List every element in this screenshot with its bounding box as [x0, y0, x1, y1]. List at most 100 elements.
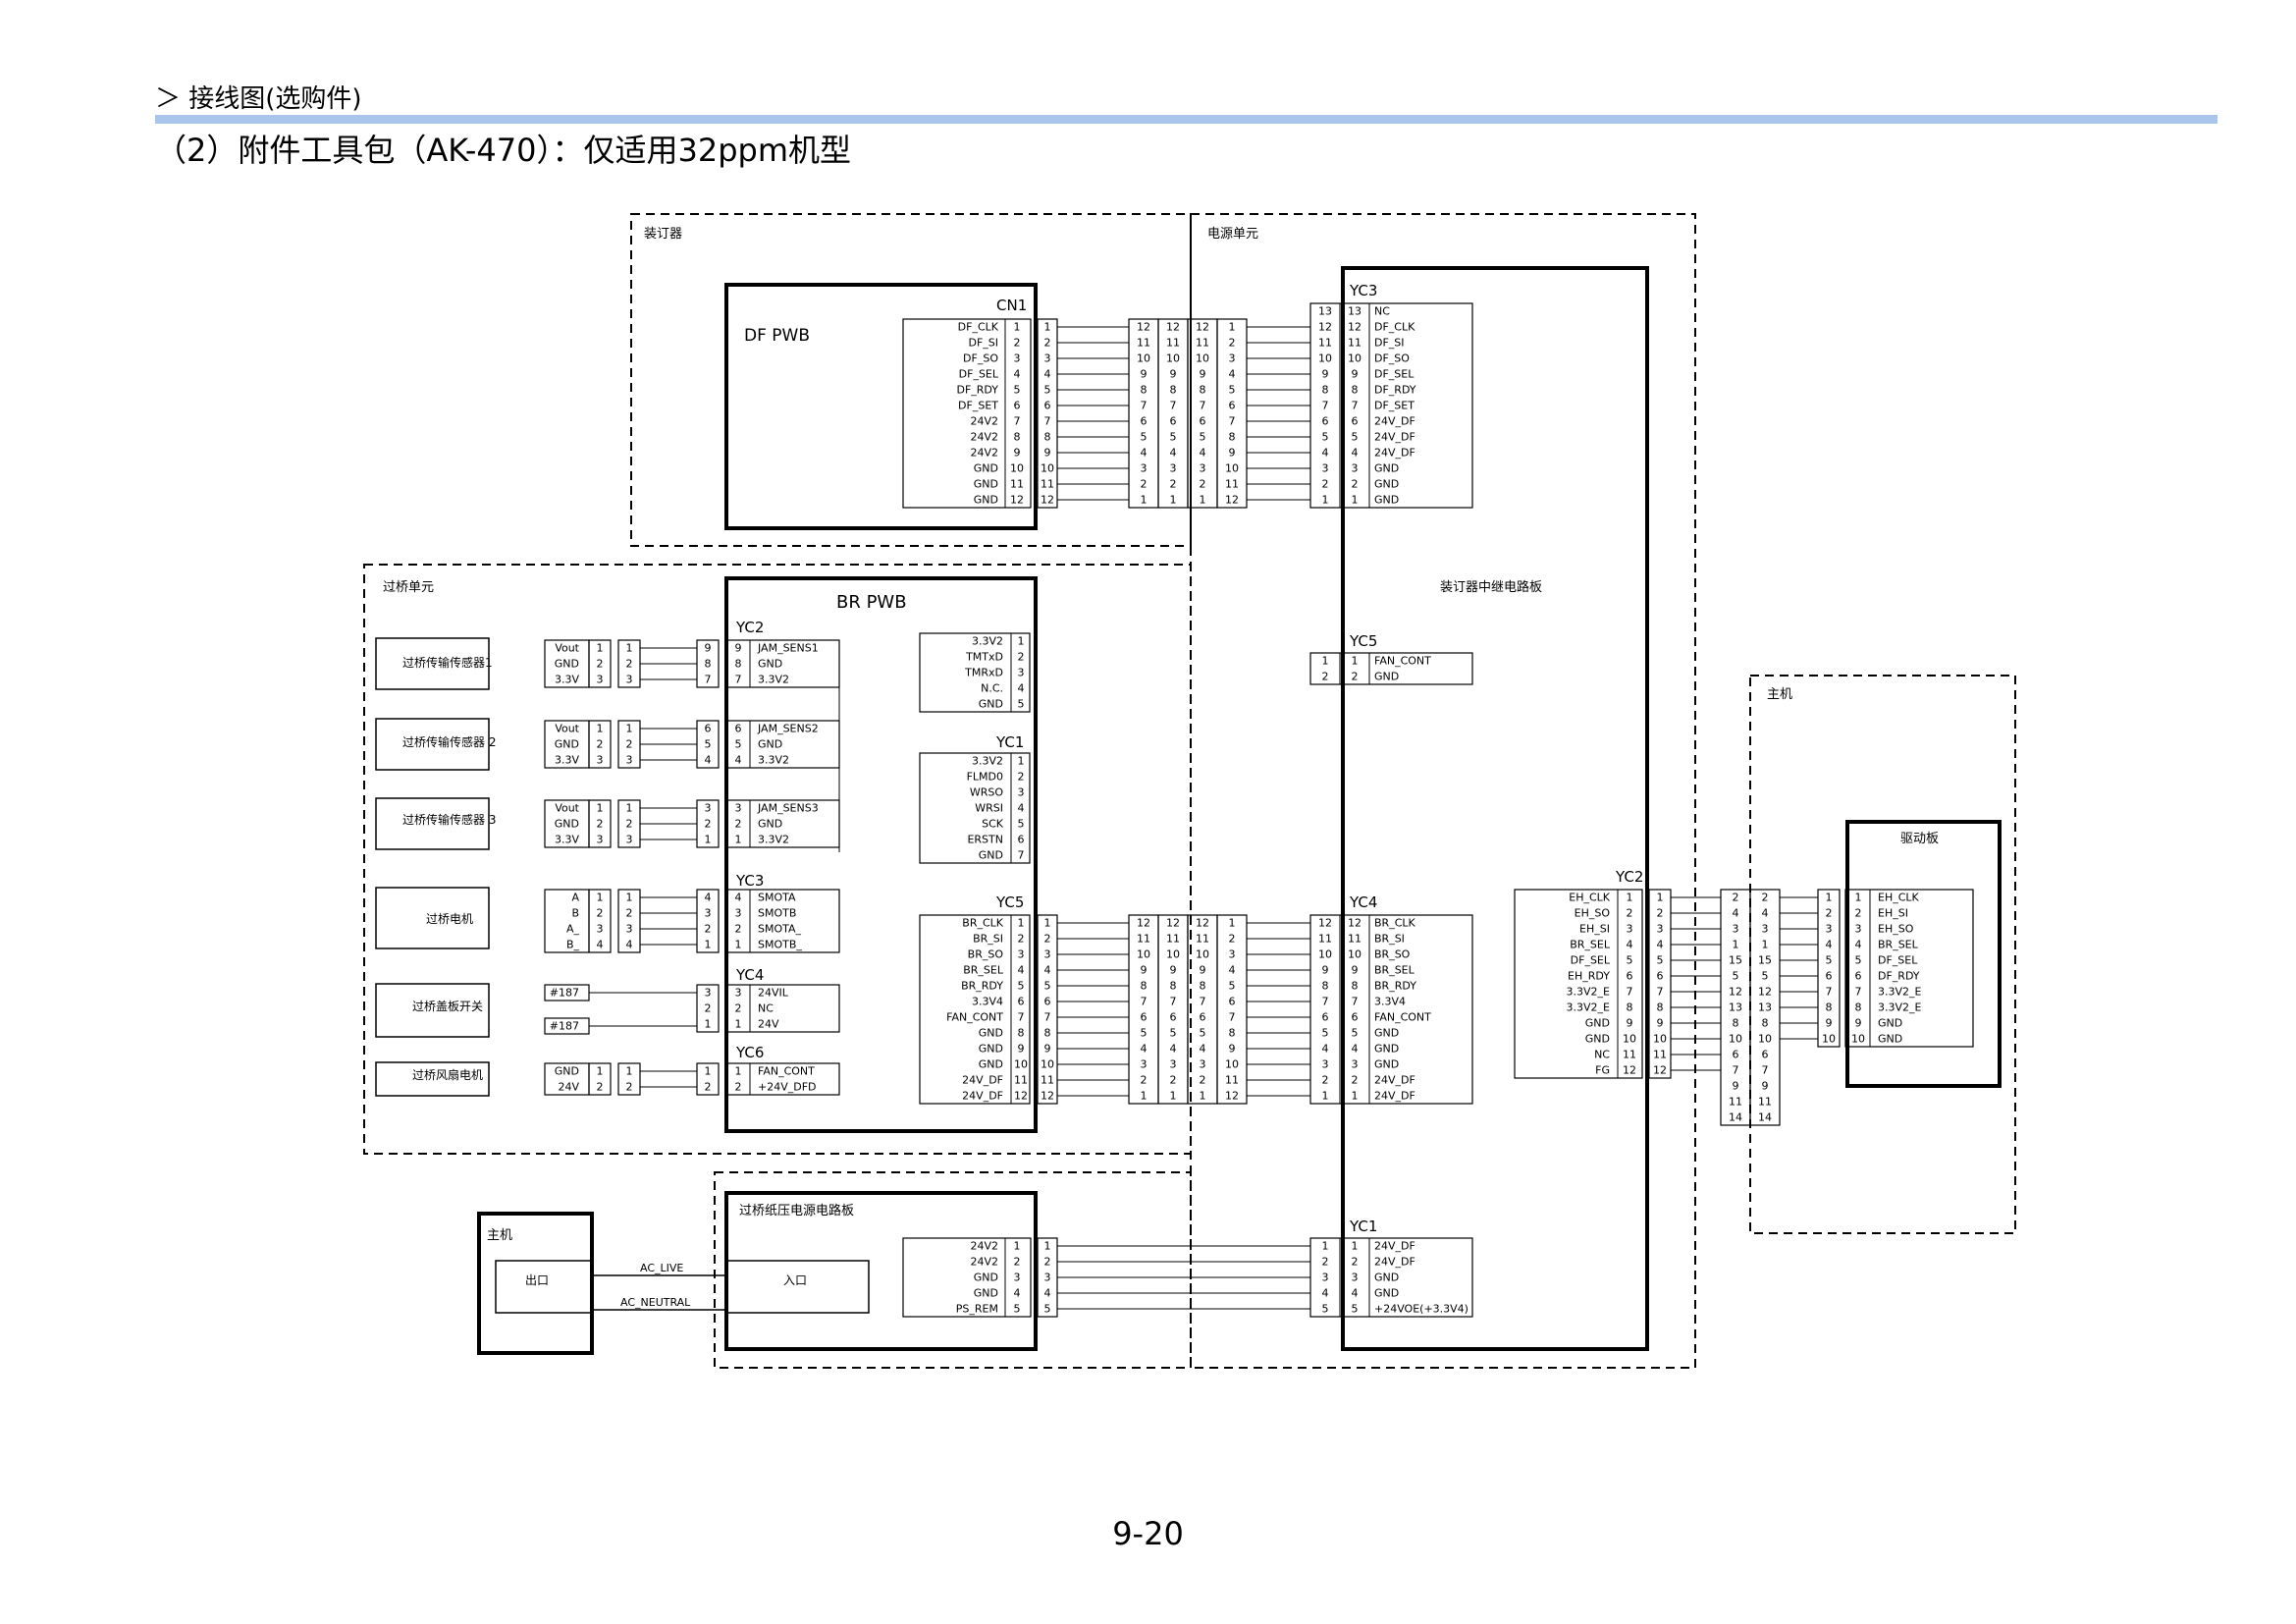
- relay-pin: 1: [1229, 321, 1236, 334]
- relay-yc3-signal: 24V_DF: [1374, 431, 1415, 444]
- relay-yc1-signal: +24VOE(+3.3V4): [1374, 1303, 1468, 1316]
- harness-pin: 15: [1758, 954, 1772, 967]
- relay-pin: 8: [1170, 384, 1177, 397]
- relay-yc4-pin: 8: [1352, 980, 1359, 993]
- yc3-signal: SMOTA_: [758, 923, 802, 936]
- sensor-signal: 3.3V: [555, 674, 579, 686]
- relay-pin: 1: [1141, 1090, 1148, 1103]
- relay-yc1-pin: 1: [1352, 1240, 1359, 1253]
- psu-signal: GND: [974, 1272, 998, 1284]
- relay-pin: 1: [1200, 1090, 1206, 1103]
- relay-yc4-signal: BR_CLK: [1374, 917, 1415, 930]
- yc4-signal: 24V: [758, 1018, 779, 1031]
- relay-pin: 12: [1196, 321, 1209, 334]
- fan-motor-label: 过桥风扇电机: [412, 1067, 483, 1082]
- cn1-signal: GND: [974, 478, 998, 491]
- drive-signal: EH_SI: [1878, 907, 1908, 920]
- relay-yc3-pin: 12: [1348, 321, 1362, 334]
- sensor-pin: 2: [597, 658, 604, 671]
- relay-pin: 12: [1225, 1090, 1239, 1103]
- yc2-pin: 5: [705, 738, 712, 751]
- power-unit-label: 电源单元: [1207, 227, 1258, 242]
- drive-mate-pin: 6: [1826, 970, 1833, 983]
- relay-yc4-signal: BR_SEL: [1374, 964, 1415, 977]
- relay-yc1-pin: 4: [1322, 1287, 1329, 1300]
- relay-yc4-pin: 6: [1352, 1011, 1359, 1024]
- relay-pin: 10: [1196, 352, 1209, 365]
- relay-yc4-pin: 10: [1348, 948, 1362, 961]
- relay-pin: 1: [1229, 917, 1236, 930]
- relay-yc2-signal: NC: [1594, 1049, 1610, 1061]
- sensor-pin: 1: [597, 723, 604, 735]
- cn1-pin: 6: [1014, 400, 1021, 412]
- relay-pin: 4: [1200, 1043, 1206, 1056]
- yc5-mate-pin: 4: [1044, 964, 1051, 977]
- relay-yc2-mate-pin: 12: [1653, 1064, 1667, 1077]
- stapler-unit-boundary: [630, 213, 1192, 547]
- debug-pin: 5: [1018, 698, 1025, 711]
- debug-pin: 4: [1018, 682, 1025, 695]
- cn1-pin: 5: [1014, 384, 1021, 397]
- yc1-signal: WRSO: [970, 786, 1004, 799]
- harness-pin: 10: [1729, 1033, 1742, 1046]
- yc2-pin: 6: [705, 723, 712, 735]
- cn1-mate-pin: 12: [1041, 494, 1054, 507]
- relay-pin: 3: [1141, 462, 1148, 475]
- yc2-signal: GND: [758, 738, 782, 751]
- drive-table: [1844, 889, 1974, 1048]
- yc1-pin: 7: [1018, 849, 1025, 862]
- cn1-signal: DF_SI: [968, 337, 998, 350]
- cn1-label: CN1: [996, 297, 1027, 314]
- relay-yc3-pin: 13: [1348, 305, 1362, 318]
- motor-signal: A: [571, 892, 579, 904]
- cn1-pin: 4: [1014, 368, 1021, 381]
- yc3-pin: 3: [735, 907, 742, 920]
- relay-yc4-pin: 12: [1348, 917, 1362, 930]
- power-unit-boundary: [1190, 213, 1696, 1369]
- yc4-pin: 3: [705, 987, 712, 1000]
- relay-yc2-pin: 5: [1627, 954, 1633, 967]
- psu-signal: PS_REM: [956, 1303, 998, 1316]
- relay-yc2-mate-pin: 7: [1657, 986, 1664, 999]
- relay-pin: 12: [1137, 321, 1150, 334]
- psu-pin: 2: [1014, 1256, 1021, 1269]
- cn1-pin: 10: [1010, 462, 1024, 475]
- drive-mate-pin: 5: [1826, 954, 1833, 967]
- cn1-mate-pin: 9: [1044, 447, 1051, 460]
- relay-yc4-pin: 5: [1352, 1027, 1359, 1040]
- harness-pin: 12: [1729, 986, 1742, 999]
- yc4-signal: NC: [758, 1002, 774, 1015]
- relay-yc4-signal: GND: [1374, 1027, 1399, 1040]
- psu-signal: GND: [974, 1287, 998, 1300]
- relay-pin: 6: [1141, 415, 1148, 428]
- sensor3-label: 过桥传输传感器 3: [402, 812, 496, 827]
- drive-mate-pin: 1: [1826, 892, 1833, 904]
- sensor-pin: 3: [626, 674, 633, 686]
- relay-yc3-pin: 4: [1352, 447, 1359, 460]
- relay-yc2-mate-pin: 2: [1657, 907, 1664, 920]
- relay-yc3-label: YC3: [1349, 282, 1377, 299]
- yc4-pin: 1: [705, 1018, 712, 1031]
- relay-yc4-pin: 3: [1352, 1058, 1359, 1071]
- yc1-pin: 1: [1018, 755, 1025, 768]
- relay-yc3-pin: 6: [1322, 415, 1329, 428]
- relay-yc3-signal: DF_RDY: [1374, 384, 1416, 397]
- drive-mate-pin: 10: [1822, 1033, 1836, 1046]
- relay-yc4-pin: 2: [1322, 1074, 1329, 1087]
- relay-yc4-pin: 7: [1352, 996, 1359, 1008]
- drive-mate-pin: 8: [1826, 1001, 1833, 1014]
- drive-mate-pin: 9: [1826, 1017, 1833, 1030]
- harness-pin: 11: [1758, 1096, 1772, 1109]
- yc3-pin: 1: [705, 939, 712, 951]
- relay-pin: 9: [1141, 964, 1148, 977]
- relay-yc4-signal: FAN_CONT: [1374, 1011, 1431, 1024]
- relay-yc5-pin: 1: [1322, 655, 1329, 668]
- motor-pin: 2: [626, 907, 633, 920]
- relay-yc2-signal: EH_RDY: [1568, 970, 1610, 983]
- relay-yc3-pin: 7: [1352, 400, 1359, 412]
- yc2-signal: GND: [758, 818, 782, 831]
- relay-yc3-signal: DF_SO: [1374, 352, 1410, 365]
- relay-pin: 11: [1166, 933, 1180, 946]
- sensor-signal: 3.3V: [555, 754, 579, 767]
- drive-pin: 5: [1855, 954, 1862, 967]
